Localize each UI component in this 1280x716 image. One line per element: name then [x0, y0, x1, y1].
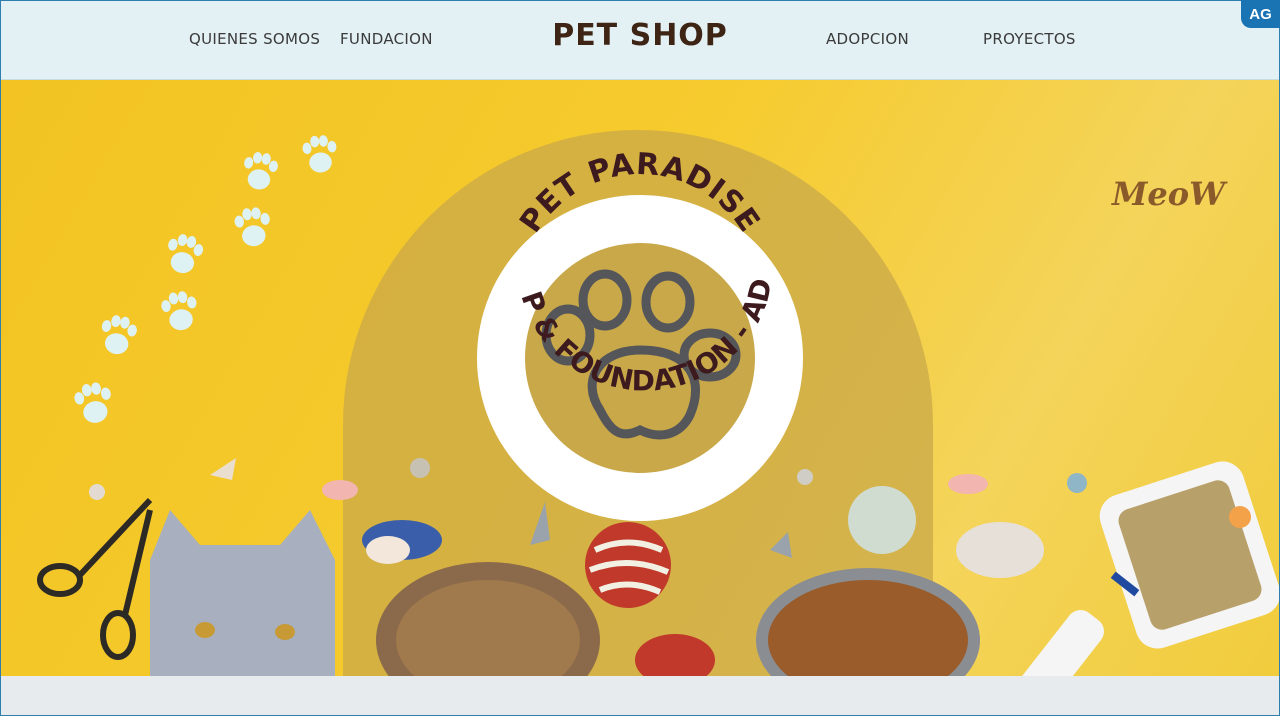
nav-link-fundacion[interactable]: FUNDACION — [340, 30, 433, 48]
hero-banner: MeoW PET PARADISE PET SHOP & FOUNDATION … — [0, 80, 1280, 676]
nav-link-quienes-somos[interactable]: QUIENES SOMOS — [189, 30, 320, 48]
top-navigation: QUIENES SOMOS FUNDACION PET SHOP ADOPCIO… — [0, 0, 1280, 80]
ball-toy-illustration — [848, 486, 916, 554]
grooming-brush-illustration — [1016, 461, 1280, 676]
hero-illustration: MeoW PET PARADISE PET SHOP & FOUNDATION … — [0, 80, 1280, 676]
meow-text: MeoW — [1111, 175, 1228, 213]
user-avatar-badge[interactable]: AG — [1241, 0, 1280, 28]
paw-trail-icons — [72, 134, 339, 426]
footer-strip — [0, 676, 1280, 716]
cat-plush-illustration — [150, 510, 335, 676]
nav-link-adopcion[interactable]: ADOPCION — [826, 30, 909, 48]
brand-logo[interactable]: PET SHOP — [540, 18, 740, 53]
nav-link-proyectos[interactable]: PROYECTOS — [983, 30, 1076, 48]
nail-clipper-illustration — [37, 497, 153, 660]
